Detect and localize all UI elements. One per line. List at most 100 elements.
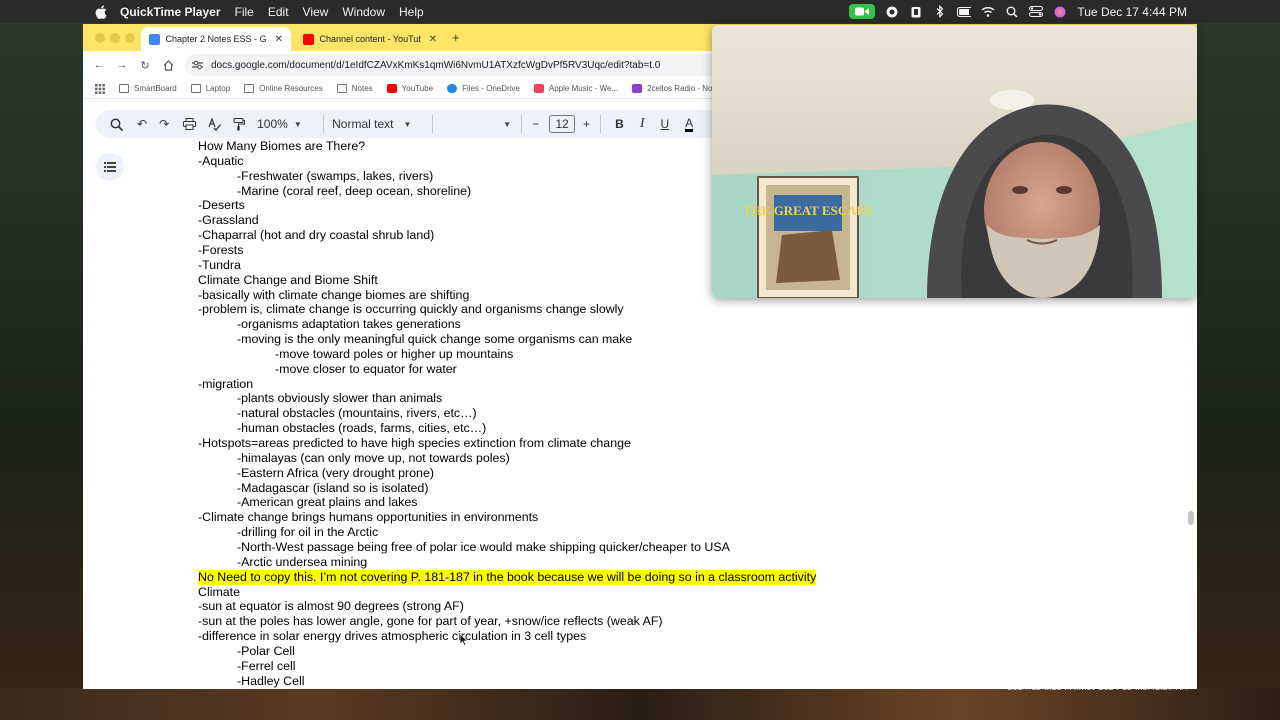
apps-grid-icon[interactable] [95, 83, 105, 94]
maximize-window-button[interactable] [125, 33, 135, 43]
app-name-menu[interactable]: QuickTime Player [120, 5, 221, 19]
print-icon[interactable] [183, 114, 197, 134]
document-line[interactable]: -sun at equator is almost 90 degrees (st… [198, 599, 464, 614]
document-line[interactable]: -plants obviously slower than animals [237, 391, 442, 406]
underline-icon[interactable]: U [661, 114, 670, 134]
back-icon[interactable]: ← [92, 58, 106, 72]
address-bar[interactable]: docs.google.com/document/d/1eIdfCZAVxKmK… [185, 54, 725, 76]
document-line[interactable]: -Grassland [198, 213, 259, 228]
paint-format-icon[interactable] [233, 114, 246, 134]
wifi-icon[interactable] [981, 5, 995, 19]
toolbar-divider [600, 115, 602, 133]
tab-channel-content[interactable]: Channel content - YouTube St ✕ [295, 27, 445, 51]
minimize-window-button[interactable] [110, 33, 120, 43]
menu-view[interactable]: View [303, 5, 329, 19]
clipboard-icon[interactable] [909, 5, 923, 19]
close-tab-icon[interactable]: ✕ [275, 34, 283, 45]
record-icon[interactable] [885, 5, 899, 19]
document-line[interactable]: -sun at the poles has lower angle, gone … [198, 614, 663, 629]
bookmark-laptop[interactable]: Laptop [190, 84, 230, 93]
bold-icon[interactable]: B [615, 114, 624, 134]
document-line[interactable]: -Climate change brings humans opportunit… [198, 510, 538, 525]
control-center-icon[interactable] [1029, 5, 1044, 19]
paragraph-style-value: Normal text [332, 117, 394, 131]
italic-icon[interactable]: I [640, 114, 645, 134]
highlighted-note-line[interactable]: No Need to copy this. I’m not covering P… [198, 569, 817, 585]
document-line[interactable]: -Madagascar (island so is isolated) [237, 481, 428, 496]
camera-icon[interactable] [849, 4, 876, 19]
bookmark-label: YouTube [401, 84, 434, 93]
scrollbar-thumb[interactable] [1188, 511, 1194, 525]
menu-edit[interactable]: Edit [268, 5, 289, 19]
redo-icon[interactable]: ↷ [159, 114, 169, 134]
bookmark-smartboard[interactable]: SmartBoard [119, 84, 177, 93]
spellcheck-icon[interactable] [208, 114, 222, 134]
document-line[interactable]: -difference in solar energy drives atmos… [198, 629, 586, 644]
menu-help[interactable]: Help [399, 5, 424, 19]
document-line[interactable]: -Ferrel cell [237, 659, 296, 674]
zoom-select[interactable]: 100% ▼ [257, 114, 313, 134]
bookmark-onedrive[interactable]: Files - OneDrive [447, 84, 520, 93]
document-line[interactable]: -Aquatic [198, 154, 243, 169]
bookmark-online-resources[interactable]: Online Resources [244, 84, 323, 93]
paragraph-style-select[interactable]: Normal text ▼ [332, 114, 422, 134]
document-line[interactable]: -Eastern Africa (very drought prone) [237, 466, 434, 481]
document-line[interactable]: -move closer to equator for water [275, 362, 457, 377]
document-outline-button[interactable] [96, 153, 124, 181]
bookmark-notes[interactable]: Notes [336, 84, 373, 93]
reload-icon[interactable]: ↻ [138, 58, 152, 72]
bookmark-youtube[interactable]: YouTube [386, 84, 434, 93]
menu-window[interactable]: Window [342, 5, 385, 19]
document-line[interactable]: -Hotspots=areas predicted to have high s… [198, 436, 631, 451]
apple-icon[interactable] [94, 4, 108, 19]
document-line[interactable]: -Deserts [198, 198, 245, 213]
bookmark-apple-music[interactable]: Apple Music - We... [533, 84, 618, 93]
new-tab-button[interactable]: + [452, 30, 460, 45]
document-line[interactable]: -Arctic undersea mining [237, 555, 367, 570]
document-line[interactable]: -Freshwater (swamps, lakes, rivers) [237, 169, 433, 184]
tab-chapter-2-notes[interactable]: Chapter 2 Notes ESS - Googl ✕ [141, 27, 291, 51]
document-line[interactable]: -Marine (coral reef, deep ocean, shoreli… [237, 184, 471, 199]
document-line[interactable]: -basically with climate change biomes ar… [198, 288, 469, 303]
document-line[interactable]: Climate Change and Biome Shift [198, 273, 378, 288]
document-line[interactable]: -Tundra [198, 258, 241, 273]
menubar-clock[interactable]: Tue Dec 17 4:44 PM [1077, 5, 1187, 19]
document-line[interactable]: -moving is the only meaningful quick cha… [237, 332, 632, 347]
folder-icon [190, 84, 201, 93]
bookmark-2cellos-radio[interactable]: 2cellos Radio - No... [632, 84, 719, 93]
site-settings-icon[interactable] [191, 59, 203, 71]
search-menus-icon[interactable] [110, 114, 123, 134]
bluetooth-icon[interactable] [933, 5, 947, 19]
close-window-button[interactable] [95, 33, 105, 43]
document-line[interactable]: -American great plains and lakes [237, 495, 417, 510]
increase-font-size-button[interactable]: + [583, 114, 590, 134]
decrease-font-size-button[interactable]: − [532, 114, 539, 134]
forward-icon[interactable]: → [115, 58, 129, 72]
document-line[interactable]: -organisms adaptation takes generations [237, 317, 461, 332]
close-tab-icon[interactable]: ✕ [429, 34, 437, 45]
webcam-overlay[interactable]: THE GREAT ESCAPE [712, 25, 1197, 298]
document-line[interactable]: -North-West passage being free of polar … [237, 540, 730, 555]
document-line[interactable]: -natural obstacles (mountains, rivers, e… [237, 406, 477, 421]
document-line[interactable]: -drilling for oil in the Arctic [237, 525, 378, 540]
font-size-field[interactable]: 12 [549, 114, 576, 134]
document-line[interactable]: -Forests [198, 243, 243, 258]
menu-file[interactable]: File [235, 5, 254, 19]
document-line[interactable]: -Polar Cell [237, 644, 295, 659]
document-line[interactable]: -human obstacles (roads, farms, cities, … [237, 421, 486, 436]
undo-icon[interactable]: ↶ [137, 114, 147, 134]
document-line[interactable]: How Many Biomes are There? [198, 139, 365, 154]
document-line[interactable]: -himalayas (can only move up, not toward… [237, 451, 510, 466]
document-line[interactable]: -move toward poles or higher up mountain… [275, 347, 513, 362]
text-color-icon[interactable]: A [685, 116, 694, 132]
home-icon[interactable] [161, 58, 175, 72]
document-line[interactable]: Climate [198, 585, 240, 600]
document-line[interactable]: -Chaparral (hot and dry coastal shrub la… [198, 228, 434, 243]
siri-icon[interactable] [1053, 5, 1067, 19]
document-line[interactable]: -Hadley Cell [237, 674, 304, 689]
font-select[interactable]: ▼ [441, 114, 511, 134]
search-icon[interactable] [1005, 5, 1019, 19]
document-line[interactable]: -migration [198, 377, 253, 392]
document-line[interactable]: -problem is, climate change is occurring… [198, 302, 624, 317]
battery-icon[interactable] [957, 5, 972, 19]
